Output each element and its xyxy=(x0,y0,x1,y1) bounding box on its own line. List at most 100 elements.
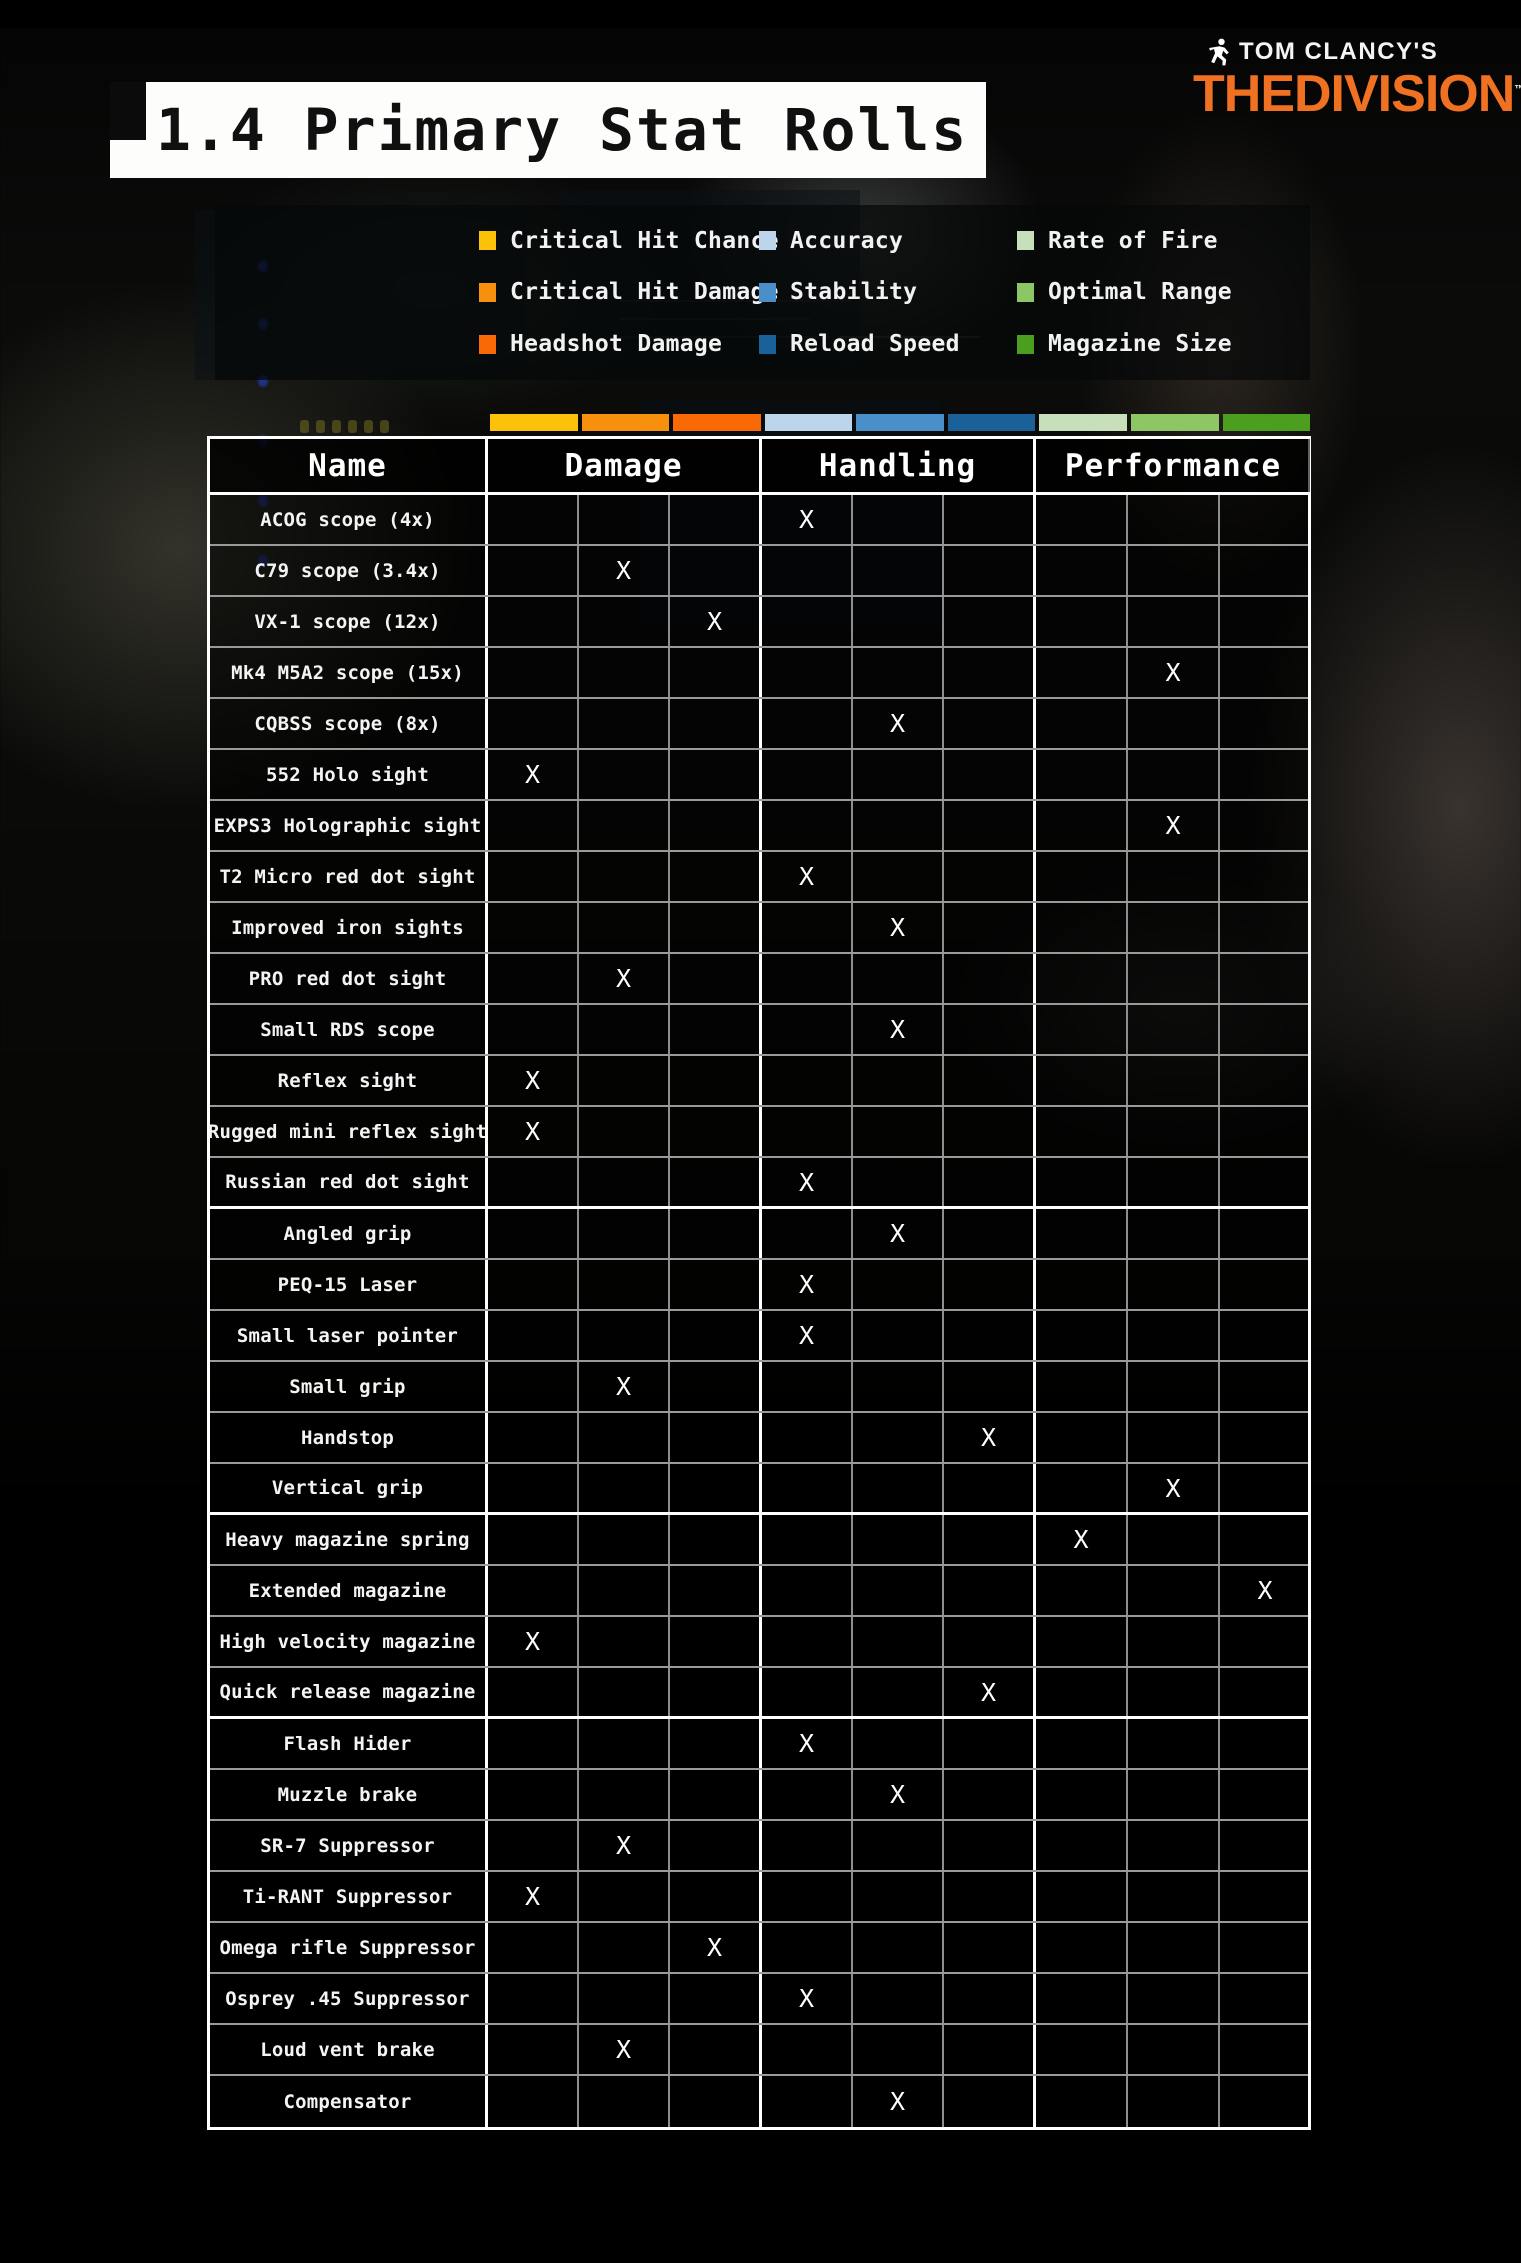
stat-empty-cell xyxy=(762,1566,853,1615)
stat-empty-cell xyxy=(488,2025,579,2074)
performance-group-cells xyxy=(1036,1974,1310,2023)
damage-group-cells xyxy=(488,2076,762,2127)
stat-empty-cell xyxy=(670,903,759,952)
stat-empty-cell xyxy=(1128,750,1220,799)
logo-title: THEDIVISION™ xyxy=(1193,68,1521,120)
legend-item: Optimal Range xyxy=(1017,279,1310,305)
table-row: Reflex sight X xyxy=(210,1056,1308,1107)
table-row: Small grip X xyxy=(210,1362,1308,1413)
stat-empty-cell xyxy=(853,954,944,1003)
column-header-handling: Handling xyxy=(762,439,1036,492)
stat-empty-cell xyxy=(1036,1413,1128,1462)
legend-color-swatch xyxy=(1017,282,1034,302)
bg-indicator xyxy=(332,420,341,433)
stat-color-segment xyxy=(1130,414,1219,431)
damage-group-cells xyxy=(488,1209,762,1258)
legend-label: Stability xyxy=(790,279,918,306)
stat-empty-cell xyxy=(670,699,759,748)
table-row: PEQ-15 Laser X xyxy=(210,1260,1308,1311)
table-header-row: Name Damage Handling Performance xyxy=(210,439,1310,495)
stat-empty-cell xyxy=(944,1311,1033,1360)
stat-empty-cell xyxy=(762,1923,853,1972)
handling-group-cells: X xyxy=(762,1209,1036,1258)
stat-empty-cell xyxy=(762,750,853,799)
stat-empty-cell xyxy=(853,1158,944,1206)
handling-group-cells: X xyxy=(762,852,1036,901)
damage-group-cells xyxy=(488,1770,762,1819)
stat-mark-cell: X xyxy=(706,1933,723,1962)
performance-group-cells xyxy=(1036,1872,1310,1921)
stat-empty-cell xyxy=(944,1770,1033,1819)
stat-empty-cell xyxy=(579,1260,670,1309)
stat-empty-cell xyxy=(670,1260,759,1309)
attachment-name-cell: Mk4 M5A2 scope (15x) xyxy=(210,648,488,697)
performance-group-cells xyxy=(1036,1158,1310,1206)
stat-empty-cell xyxy=(488,903,579,952)
table-row: Heavy magazine spring X xyxy=(210,1515,1308,1566)
stat-mark-cell: X xyxy=(579,546,670,595)
damage-group-cells: X xyxy=(488,2025,762,2074)
stat-empty-cell xyxy=(762,903,853,952)
damage-group-cells xyxy=(488,1566,762,1615)
performance-group-cells xyxy=(1036,1260,1310,1309)
stat-empty-cell xyxy=(670,1413,759,1462)
stat-empty-cell xyxy=(853,1923,944,1972)
stat-mark-cell: X xyxy=(762,1158,853,1206)
performance-group-cells xyxy=(1036,1770,1310,1819)
attachment-name-cell: Compensator xyxy=(210,2076,488,2127)
stat-empty-cell xyxy=(1036,954,1128,1003)
damage-group-cells: X xyxy=(488,1056,762,1105)
handling-group-cells: X xyxy=(762,1413,1036,1462)
handling-group-cells: X xyxy=(762,699,1036,748)
stat-empty-cell xyxy=(670,1158,759,1206)
stat-empty-cell xyxy=(944,546,1033,595)
handling-group-cells xyxy=(762,2025,1036,2074)
stat-empty-cell xyxy=(944,1362,1033,1411)
stat-empty-cell xyxy=(1220,1056,1310,1105)
stat-empty-cell xyxy=(488,954,579,1003)
stat-empty-cell xyxy=(1128,1923,1220,1972)
stat-empty-cell xyxy=(1128,1107,1220,1156)
stat-empty-cell xyxy=(579,1617,670,1666)
stat-empty-cell xyxy=(762,1413,853,1462)
stat-empty-cell xyxy=(1128,1413,1220,1462)
stat-empty-cell xyxy=(1036,903,1128,952)
performance-group-cells xyxy=(1036,597,1310,646)
stat-empty-cell xyxy=(488,1923,579,1972)
stat-empty-cell xyxy=(579,1464,670,1512)
attachment-name-cell: Extended magazine xyxy=(210,1566,488,1615)
stat-legend: Critical Hit Chance Accuracy Rate of Fire C… xyxy=(215,205,1310,380)
stat-mark-cell: X xyxy=(762,1260,853,1309)
stat-mark-cell: X xyxy=(853,2076,944,2127)
attachment-name-cell: CQBSS scope (8x) xyxy=(210,699,488,748)
stat-empty-cell xyxy=(488,1719,579,1768)
table-row: Russian red dot sight X xyxy=(210,1158,1308,1209)
stat-empty-cell xyxy=(670,1770,759,1819)
stat-empty-cell xyxy=(1220,1617,1310,1666)
stat-empty-cell xyxy=(944,1056,1033,1105)
stat-empty-cell xyxy=(853,648,944,697)
handling-group-cells xyxy=(762,1056,1036,1105)
stat-empty-cell xyxy=(1220,1719,1310,1768)
stat-empty-cell xyxy=(670,546,759,595)
damage-group-cells xyxy=(488,1260,762,1309)
performance-group-cells: X xyxy=(1036,801,1310,850)
stat-empty-cell xyxy=(579,1515,670,1564)
stat-empty-cell xyxy=(1220,903,1310,952)
stat-empty-cell xyxy=(579,750,670,799)
stat-empty-cell xyxy=(488,495,579,544)
running-man-icon xyxy=(1209,38,1229,66)
stat-mark-cell: X xyxy=(1128,1464,1220,1512)
bg-indicator xyxy=(364,420,373,433)
stat-empty-cell xyxy=(1128,1770,1220,1819)
stat-empty-cell xyxy=(1036,546,1128,595)
performance-group-cells xyxy=(1036,1668,1310,1716)
table-row: Loud vent brake X xyxy=(210,2025,1308,2076)
stat-empty-cell xyxy=(579,699,670,748)
stat-color-segment xyxy=(764,414,853,431)
performance-group-cells xyxy=(1036,750,1310,799)
stat-empty-cell xyxy=(762,1770,853,1819)
attachment-name-cell: T2 Micro red dot sight xyxy=(210,852,488,901)
legend-label: Rate of Fire xyxy=(1048,227,1218,254)
damage-group-cells xyxy=(488,801,762,850)
